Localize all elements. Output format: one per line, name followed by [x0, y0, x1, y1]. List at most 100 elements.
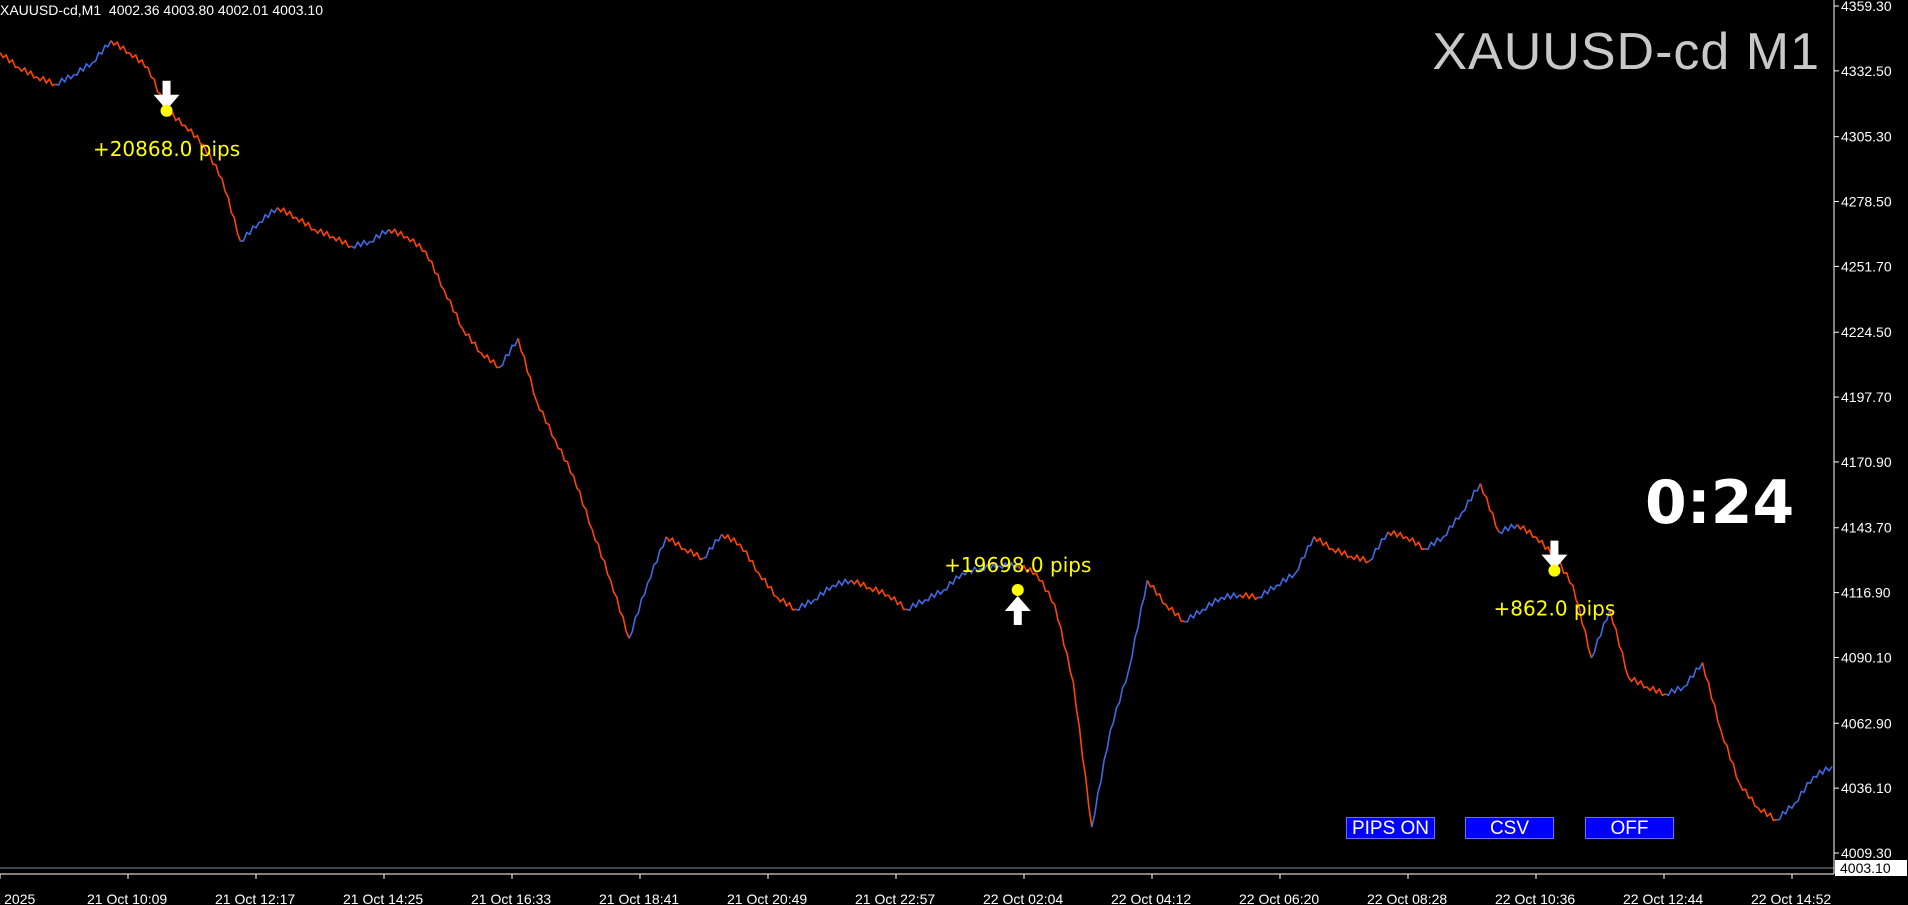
price-segment [1479, 483, 1500, 533]
price-segment [1701, 662, 1722, 731]
price-segment [1461, 483, 1482, 514]
price-segment [1054, 604, 1075, 683]
price-segment [628, 582, 649, 639]
price-line-group [0, 40, 1834, 869]
price-segment [1109, 669, 1130, 731]
price-segment [1091, 730, 1112, 828]
x-tick-label: 21 Oct 16:33 [471, 891, 551, 905]
price-segment [17, 66, 38, 79]
current-price-label: 4003.10 [1840, 860, 1891, 876]
price-segment [795, 598, 815, 612]
x-tick-label: 21 Oct 14:25 [343, 891, 423, 905]
price-segment [1665, 685, 1685, 697]
price-segment [887, 594, 907, 611]
y-tick-label: 4332.50 [1841, 63, 1892, 79]
price-segment [73, 61, 94, 76]
price-segment [406, 236, 426, 253]
price-segment [739, 543, 760, 574]
price-segment [221, 178, 242, 242]
signal-dot [160, 104, 173, 117]
symbol-title: XAUUSD-cd M1 [1432, 23, 1820, 81]
ohlc-header: XAUUSD-cd,M1 4002.36 4003.80 4002.01 400… [0, 2, 324, 18]
price-segment [499, 337, 519, 368]
x-axis[interactable]: 21 Oct 2025 21 Oct 10:09 21 Oct 12:17 21 Oc… [0, 873, 1834, 905]
signal-sell: +20868.0 pips [93, 80, 240, 161]
y-axis[interactable]: 4359.30 4332.50 4305.30 4278.50 4251.70 4224.… [1833, 0, 1907, 876]
price-segment [609, 580, 630, 639]
price-segment [1239, 591, 1259, 601]
price-segment [1202, 596, 1222, 611]
price-segment [1794, 775, 1815, 804]
signals-group: +20868.0 pips +19698.0 pips +862.0 pips [93, 80, 1616, 625]
price-segment [92, 40, 112, 64]
price-segment [591, 529, 612, 581]
price-segment [1184, 608, 1204, 623]
y-tick-label: 4116.90 [1841, 585, 1891, 601]
x-tick-label: 22 Oct 14:52 [1751, 891, 1831, 905]
price-segment [1757, 807, 1777, 822]
signal-buy: +19698.0 pips [944, 553, 1091, 625]
signal-sell: +862.0 pips [1494, 540, 1616, 621]
price-segment [1220, 591, 1241, 601]
price-segment [1146, 579, 1167, 606]
arrow-up-icon [1004, 595, 1031, 625]
price-segment [1646, 685, 1666, 697]
price-segment [461, 328, 482, 354]
price-segment [850, 578, 871, 590]
price-segment [684, 548, 704, 561]
price-segment [1368, 531, 1389, 562]
price-segment [1813, 765, 1833, 779]
signal-pips-label: +862.0 pips [1494, 597, 1616, 621]
price-segment [240, 221, 260, 243]
y-tick-label: 4359.30 [1841, 0, 1892, 14]
price-segment [351, 239, 371, 250]
price-segment [1498, 523, 1519, 535]
pips-on-button[interactable]: PIPS ON [1346, 817, 1435, 839]
signal-pips-label: +20868.0 pips [93, 137, 240, 161]
price-segment [1165, 604, 1185, 623]
y-tick-label: 4170.90 [1841, 454, 1892, 470]
x-tick-label: 22 Oct 06:20 [1239, 891, 1319, 905]
price-chart[interactable]: +20868.0 pips +19698.0 pips +862.0 pips 43… [0, 0, 1908, 905]
price-segment [128, 52, 149, 69]
price-segment [1720, 730, 1741, 784]
y-tick-label: 4197.70 [1841, 389, 1892, 405]
x-tick-label: 21 Oct 22:57 [855, 891, 935, 905]
x-tick-label: 21 Oct 18:41 [599, 891, 679, 905]
csv-button[interactable]: CSV [1465, 817, 1554, 839]
price-segment [665, 536, 685, 551]
price-segment [1516, 524, 1537, 539]
price-segment [259, 207, 279, 224]
price-segment [1313, 536, 1333, 551]
price-segment [1350, 553, 1370, 564]
price-segment [1258, 584, 1278, 599]
y-tick-label: 4009.30 [1841, 845, 1892, 861]
price-segment [1405, 536, 1426, 551]
price-segment [1738, 783, 1759, 809]
price-segment [1387, 529, 1407, 540]
price-segment [572, 475, 593, 530]
price-segment [1424, 536, 1445, 551]
signal-pips-label: +19698.0 pips [944, 553, 1091, 577]
price-segment [721, 533, 741, 546]
x-tick-label: 21 Oct 10:09 [87, 891, 167, 905]
off-button[interactable]: OFF [1585, 817, 1674, 839]
y-tick-label: 4278.50 [1841, 194, 1892, 210]
price-segment [832, 577, 852, 588]
price-segment [1776, 802, 1796, 821]
y-tick-label: 4036.10 [1841, 780, 1892, 796]
x-tick-label: 22 Oct 08:28 [1367, 891, 1447, 905]
x-tick-label: 22 Oct 02:04 [983, 891, 1063, 905]
price-segment [110, 40, 130, 55]
y-tick-label: 4251.70 [1841, 258, 1892, 274]
price-segment [480, 352, 500, 369]
price-segment [776, 596, 796, 611]
signal-dot [1548, 564, 1561, 577]
price-segment [906, 598, 926, 612]
price-segment [295, 216, 315, 231]
x-tick-label: 22 Oct 04:12 [1111, 891, 1191, 905]
price-segment [443, 289, 464, 330]
price-segment [814, 584, 834, 601]
price-segment [36, 75, 56, 87]
price-segment [332, 235, 352, 249]
